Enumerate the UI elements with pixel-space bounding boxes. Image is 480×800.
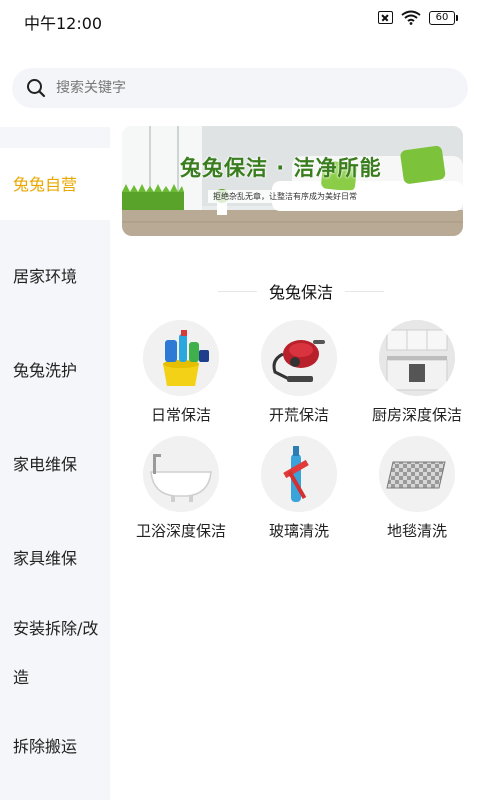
search-bar[interactable]	[12, 68, 468, 108]
section-header: 兔兔保洁	[218, 280, 385, 302]
battery-icon: 60	[429, 10, 458, 25]
sidebar-item-label: 家具维保	[13, 548, 78, 568]
category-sidebar: 兔兔自营 居家环境 兔兔洗护 家电维保 家具维保 安装拆除/改造 拆除搬运	[0, 127, 110, 800]
service-label: 玻璃清洗	[268, 522, 329, 540]
kitchen-icon	[379, 320, 455, 396]
promo-banner[interactable]: 兔兔保洁 · 洁净所能 拒绝杂乱无章，让整洁有序成为美好日常	[122, 126, 463, 236]
cleaning-bucket-icon	[143, 320, 219, 396]
glass-wiper-icon	[261, 436, 337, 512]
sidebar-item-appliance-maintenance[interactable]: 家电维保	[0, 428, 110, 500]
sidebar-item-home-environment[interactable]: 居家环境	[0, 240, 110, 312]
section-title: 兔兔保洁	[269, 283, 334, 302]
banner-title: 兔兔保洁 · 洁净所能	[180, 156, 382, 180]
wifi-icon	[401, 10, 421, 25]
divider	[218, 290, 257, 292]
service-carpet-cleaning[interactable]: 地毯清洗	[358, 436, 476, 541]
sidebar-item-label: 安装拆除/改造	[13, 619, 99, 687]
search-input[interactable]	[56, 80, 436, 96]
battery-level: 60	[429, 10, 455, 25]
vacuum-cleaner-icon	[261, 320, 337, 396]
carpet-icon	[379, 436, 455, 512]
service-label: 日常保洁	[150, 406, 211, 424]
sidebar-item-label: 兔兔自营	[13, 174, 78, 194]
no-sim-icon	[378, 11, 393, 24]
service-label: 卫浴深度保洁	[135, 522, 226, 540]
sidebar-item-label: 居家环境	[13, 266, 78, 286]
search-icon	[27, 79, 46, 98]
service-label: 厨房深度保洁	[371, 406, 462, 424]
sidebar-item-label: 拆除搬运	[13, 736, 78, 756]
service-bathroom-deep-cleaning[interactable]: 卫浴深度保洁	[122, 436, 240, 541]
service-label: 地毯清洗	[386, 522, 447, 540]
bathtub-icon	[143, 436, 219, 512]
sidebar-item-demolition-moving[interactable]: 拆除搬运	[0, 710, 110, 782]
service-daily-cleaning[interactable]: 日常保洁	[122, 320, 240, 425]
divider	[345, 290, 385, 292]
service-glass-cleaning[interactable]: 玻璃清洗	[240, 436, 358, 541]
sidebar-item-install-remove[interactable]: 安装拆除/改造	[0, 603, 110, 703]
status-icons: 60	[378, 10, 458, 25]
banner-subtitle: 拒绝杂乱无章，让整洁有序成为美好日常	[208, 190, 362, 203]
service-kitchen-deep-cleaning[interactable]: 厨房深度保洁	[358, 320, 476, 425]
sidebar-item-tutu-laundry[interactable]: 兔兔洗护	[0, 334, 110, 406]
service-label: 开荒保洁	[268, 406, 329, 424]
sidebar-item-label: 家电维保	[13, 454, 78, 474]
service-post-renovation-cleaning[interactable]: 开荒保洁	[240, 320, 358, 425]
status-time: 中午12:00	[24, 14, 103, 33]
sidebar-item-label: 兔兔洗护	[13, 360, 78, 380]
sidebar-item-furniture-maintenance[interactable]: 家具维保	[0, 522, 110, 594]
sidebar-item-tutu-self-run[interactable]: 兔兔自营	[0, 148, 110, 220]
status-bar: 中午12:00 60	[0, 0, 480, 40]
